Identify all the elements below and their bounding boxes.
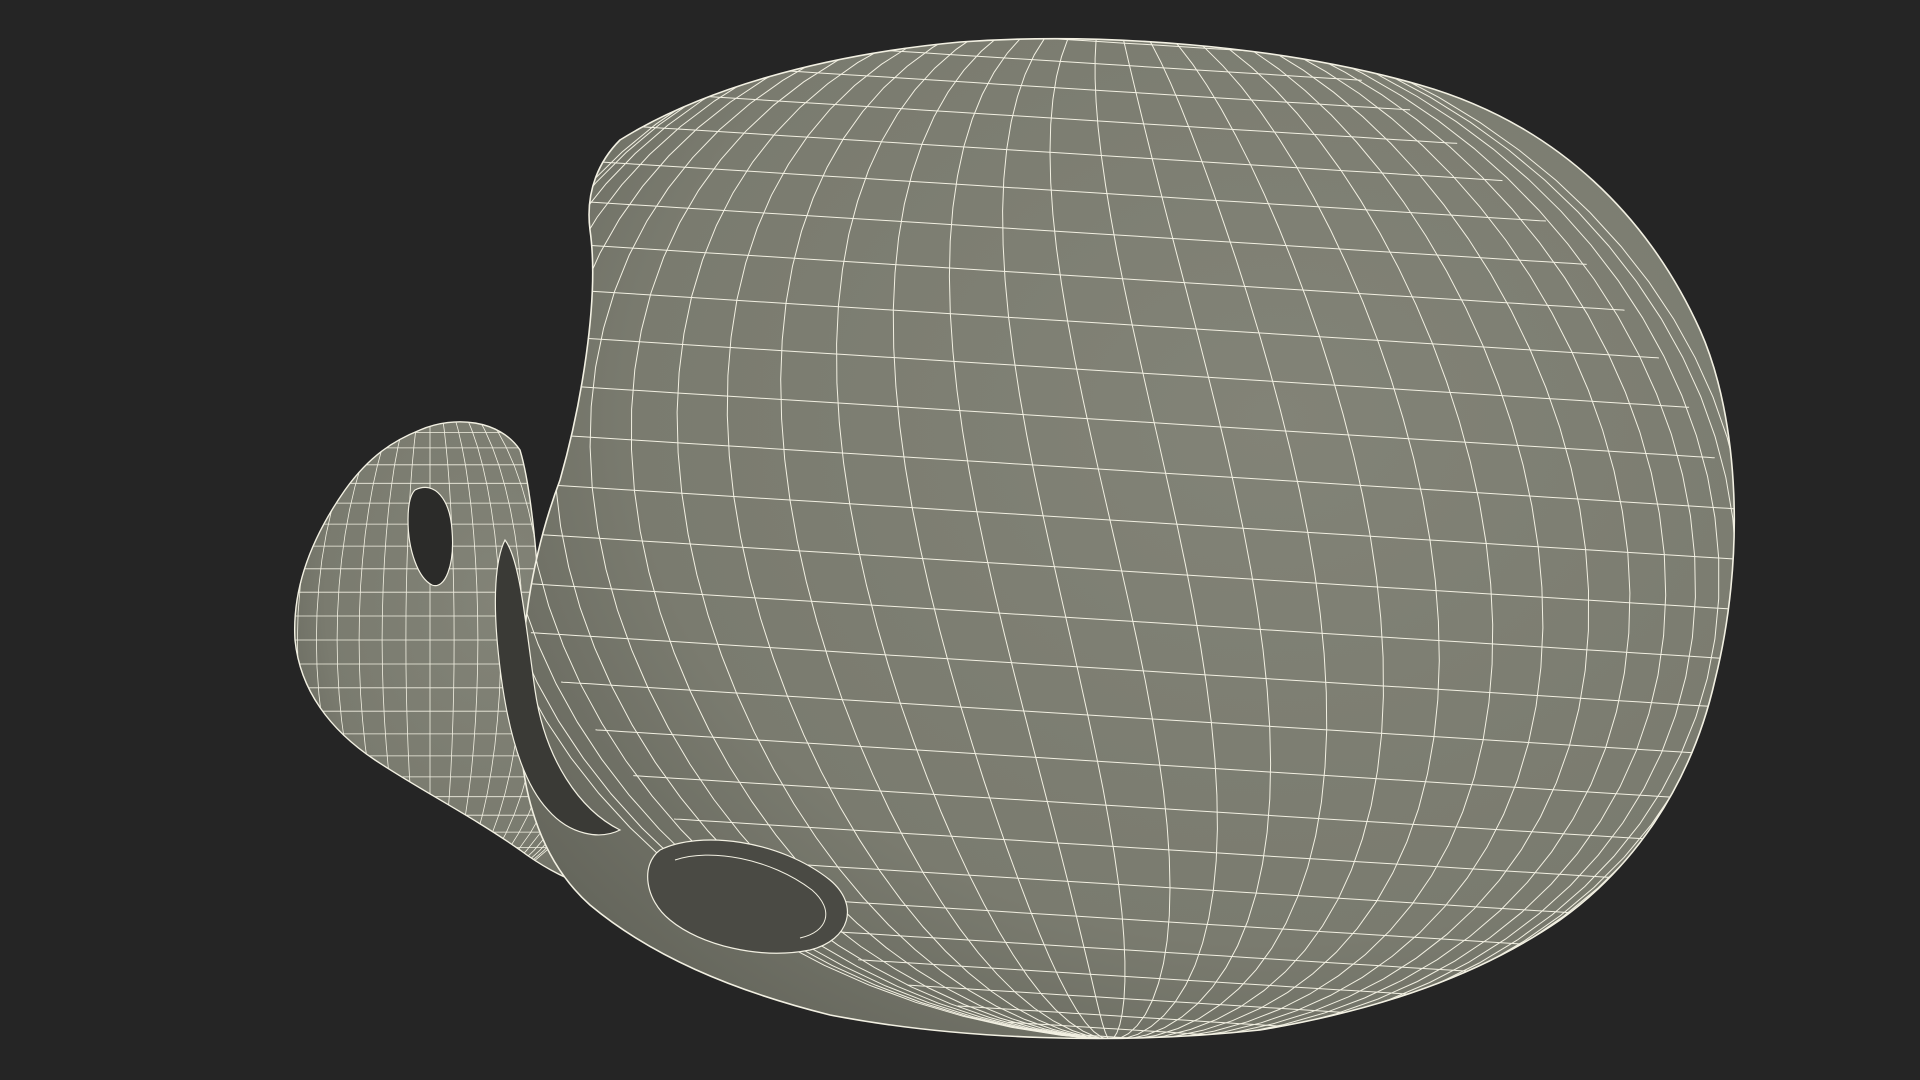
mesh-edge <box>1036 0 1161 6</box>
render-viewport <box>0 0 1920 1080</box>
mesh-edge <box>962 2 1212 18</box>
mesh-edge <box>891 11 1263 34</box>
skull-wireframe-render <box>293 0 1736 1040</box>
